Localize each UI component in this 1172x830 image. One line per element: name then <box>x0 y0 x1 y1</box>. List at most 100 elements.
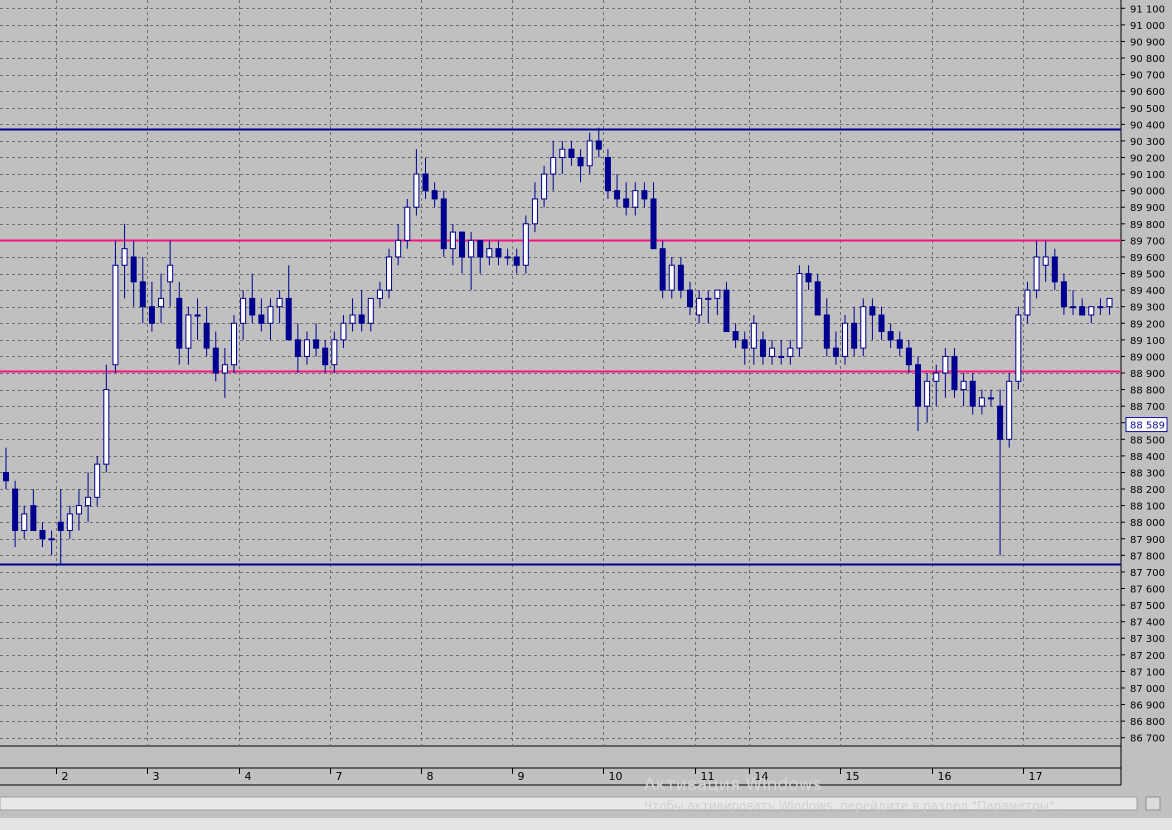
candle-body-down <box>887 331 894 341</box>
candle-body-down <box>687 289 693 308</box>
candle-body-up <box>167 264 174 283</box>
candle-body-down <box>905 347 912 366</box>
candle-body-up <box>1088 306 1095 316</box>
candle-body-down <box>57 521 64 531</box>
candle <box>440 190 447 257</box>
candle-body-down <box>30 505 37 531</box>
y-tick-label: 87 500 <box>1130 601 1165 612</box>
candle-body-up <box>158 297 165 308</box>
candle-body-up <box>349 314 356 324</box>
y-tick-label: 88 200 <box>1130 485 1165 496</box>
candle-body-up <box>1070 306 1077 309</box>
candle-body-up <box>942 355 949 374</box>
y-tick-label: 90 000 <box>1130 187 1165 198</box>
candle-body-down <box>732 331 739 341</box>
candle-body-up <box>468 239 475 258</box>
x-tick-label: 8 <box>427 770 434 783</box>
y-tick-label: 89 600 <box>1130 253 1165 264</box>
candle-body-up <box>1033 256 1040 291</box>
x-tick-label: 4 <box>245 770 252 783</box>
price-chart[interactable]: 86 70086 80086 90087 00087 10087 20087 3… <box>0 0 1172 830</box>
y-tick-label: 90 300 <box>1130 137 1165 148</box>
candle-body-down <box>39 529 46 540</box>
time-axis[interactable]: 2 3 4 7 8 9 10 11 14 15 16 17 <box>56 768 1043 783</box>
watermark-subtitle: Чтобы активировать Windows, перейдите в … <box>644 799 1058 813</box>
y-tick-label: 90 800 <box>1130 54 1165 65</box>
y-tick-label: 89 800 <box>1130 220 1165 231</box>
candle-body-up <box>541 173 548 200</box>
chart-grid <box>0 0 1172 830</box>
y-tick-label: 89 900 <box>1130 203 1165 214</box>
x-tick-label: 7 <box>336 770 343 783</box>
y-tick-label: 87 000 <box>1130 684 1165 695</box>
candle-body-up <box>933 372 940 382</box>
candle-body-down <box>1051 256 1058 283</box>
candle-body-down <box>139 281 146 308</box>
y-tick-label: 90 600 <box>1130 87 1165 98</box>
y-tick-label: 90 900 <box>1130 37 1165 48</box>
candle-body-down <box>832 347 839 357</box>
y-tick-label: 89 300 <box>1130 303 1165 314</box>
x-tick-label: 3 <box>153 770 160 783</box>
y-tick-label: 88 800 <box>1130 386 1165 397</box>
candle-body-up <box>787 347 794 357</box>
candle-body-up <box>185 314 192 349</box>
candle-body-up <box>586 140 593 167</box>
y-tick-label: 89 700 <box>1130 236 1165 247</box>
y-tick-label: 87 800 <box>1130 551 1165 562</box>
candle-body-up <box>276 297 283 308</box>
candle-body-up <box>194 314 201 317</box>
candle-body-down <box>568 148 575 158</box>
x-tick-label: 15 <box>846 770 860 783</box>
candle-body-down <box>677 264 684 291</box>
candle-body-down <box>595 140 602 150</box>
y-tick-label: 90 500 <box>1130 104 1165 115</box>
y-tick-label: 88 400 <box>1130 452 1165 463</box>
candle-body-up <box>987 397 994 400</box>
candle-body-down <box>896 339 903 349</box>
candle-body-up <box>386 256 393 291</box>
candle-body-down <box>915 364 921 407</box>
candle-body-down <box>513 256 520 266</box>
candle-body-up <box>1042 256 1049 266</box>
y-tick-label: 91 000 <box>1130 21 1165 32</box>
scroll-thumb[interactable] <box>1145 796 1161 811</box>
candle-body-down <box>313 339 320 349</box>
price-axis[interactable]: 86 700 86 800 86 900 87 000 87 100 87 200 87 3… <box>1121 4 1168 745</box>
candle-body-up <box>112 264 119 366</box>
candle-body-up <box>303 339 310 357</box>
y-tick-label: 88 700 <box>1130 402 1165 413</box>
x-tick-label: 16 <box>938 770 952 783</box>
candle-body-up <box>48 538 55 541</box>
y-tick-label: 88 100 <box>1130 502 1165 513</box>
candle-body-down <box>997 405 1004 440</box>
y-tick-label: 87 200 <box>1130 651 1165 662</box>
candle-body-up <box>769 347 776 357</box>
candle-body-up <box>960 380 967 391</box>
candle-body-down <box>814 281 821 316</box>
y-tick-label: 88 900 <box>1130 369 1165 380</box>
candle-body-up <box>1006 380 1013 440</box>
candle-body-up <box>66 513 73 531</box>
candle-body-up <box>449 231 456 250</box>
candle-body-down <box>258 314 265 324</box>
current-price-label: 88 589 <box>1130 421 1165 432</box>
candle-body-up <box>978 397 985 407</box>
candle-body-up <box>367 297 374 324</box>
candle <box>860 298 867 357</box>
candle-body-down <box>203 322 210 349</box>
candle-body-down <box>3 471 9 482</box>
candle-body-down <box>604 156 611 192</box>
y-tick-label: 87 300 <box>1130 634 1165 645</box>
y-tick-label: 87 900 <box>1130 535 1165 546</box>
candle-body-up <box>696 297 703 316</box>
candle-body-down <box>805 273 812 283</box>
candle-body-up <box>395 239 402 258</box>
candle-body-up <box>221 364 228 374</box>
watermark-title: Активация Windows <box>644 775 822 795</box>
candle-body-down <box>641 190 648 200</box>
candle-body-up <box>705 297 712 300</box>
candle-body-down <box>12 488 19 531</box>
y-tick-label: 86 900 <box>1130 701 1165 712</box>
candle-body-down <box>358 314 365 324</box>
